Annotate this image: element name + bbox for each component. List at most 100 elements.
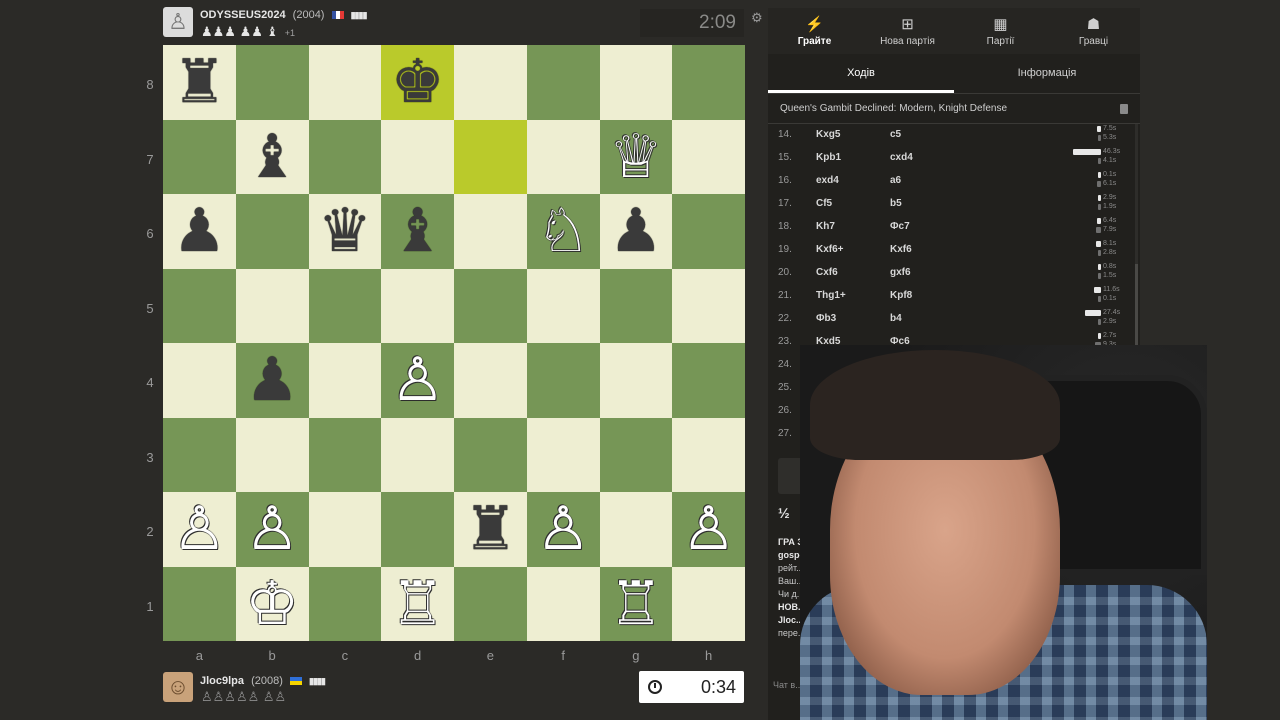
square-d4[interactable]: ♙ xyxy=(381,343,454,418)
piece-b1[interactable]: ♔ xyxy=(245,573,299,634)
piece-b4[interactable]: ♟ xyxy=(245,350,299,410)
square-b5[interactable] xyxy=(235,268,309,343)
square-d2[interactable] xyxy=(381,492,454,567)
square-f3[interactable] xyxy=(526,417,600,492)
piece-d8[interactable]: ♚ xyxy=(391,52,445,112)
black-move[interactable]: Kxf6 xyxy=(890,244,912,255)
piece-f2[interactable]: ♙ xyxy=(536,499,590,559)
piece-c6[interactable]: ♛ xyxy=(318,201,372,261)
square-c5[interactable] xyxy=(308,268,382,343)
square-g5[interactable] xyxy=(599,268,673,343)
square-b8[interactable] xyxy=(235,45,309,120)
square-g6[interactable]: ♟ xyxy=(599,194,673,269)
square-d7[interactable] xyxy=(381,119,454,194)
piece-a8[interactable]: ♜ xyxy=(172,52,226,112)
piece-e2[interactable]: ♜ xyxy=(463,499,517,559)
white-move[interactable]: Cxf6 xyxy=(816,267,838,278)
white-move[interactable]: Kpb1 xyxy=(816,152,841,163)
piece-h2[interactable]: ♙ xyxy=(682,499,736,559)
tab-info[interactable]: Інформація xyxy=(954,54,1140,93)
square-c7[interactable] xyxy=(308,119,382,194)
square-c4[interactable] xyxy=(308,343,382,418)
nav-item-2[interactable]: ▦ Партії xyxy=(954,8,1047,54)
piece-b7[interactable]: ♝ xyxy=(245,126,299,187)
piece-g1[interactable]: ♖ xyxy=(609,573,663,634)
nav-item-0[interactable]: ⚡ Грайте xyxy=(768,8,861,54)
square-a8[interactable]: ♜ xyxy=(163,45,236,120)
bottom-player-avatar[interactable]: ☺ xyxy=(163,672,193,702)
white-move[interactable]: Cf5 xyxy=(816,198,832,209)
gear-icon[interactable]: ⚙ xyxy=(751,10,763,26)
white-move[interactable]: Фb3 xyxy=(816,313,836,324)
square-h8[interactable] xyxy=(672,45,745,120)
black-move[interactable]: c5 xyxy=(890,129,901,140)
piece-g6[interactable]: ♟ xyxy=(609,201,663,261)
draw-offer-button[interactable]: ½ xyxy=(778,505,790,521)
square-e3[interactable] xyxy=(454,417,527,492)
chat-input[interactable]: Чат в... xyxy=(773,680,803,690)
square-a6[interactable]: ♟ xyxy=(163,194,236,269)
square-g7[interactable]: ♕ xyxy=(599,119,673,194)
square-e6[interactable] xyxy=(454,194,527,269)
square-h2[interactable]: ♙ xyxy=(672,492,745,567)
square-f5[interactable] xyxy=(526,268,600,343)
chess-board[interactable]: ♜ ♚ ♝ ♕ ♟ ♛ ♝ ♘ ♟ ♟ ♙ ♙ ♙ ♜ ♙ ♙ ♔ ♖ ♖ xyxy=(163,45,745,641)
square-h5[interactable] xyxy=(672,268,745,343)
top-player-name[interactable]: ODYSSEUS2024 xyxy=(200,9,286,21)
piece-b2[interactable]: ♙ xyxy=(245,499,299,559)
book-icon[interactable] xyxy=(1120,104,1128,114)
top-player-avatar[interactable]: ♙ xyxy=(163,7,193,37)
square-f6[interactable]: ♘ xyxy=(526,194,600,269)
black-move[interactable]: gxf6 xyxy=(890,267,911,278)
piece-a6[interactable]: ♟ xyxy=(172,201,226,261)
square-h7[interactable] xyxy=(672,119,745,194)
white-move[interactable]: exd4 xyxy=(816,175,839,186)
square-b2[interactable]: ♙ xyxy=(235,492,309,567)
square-g4[interactable] xyxy=(599,343,673,418)
bottom-player-name[interactable]: Jloc9lpa xyxy=(200,675,244,687)
square-c3[interactable] xyxy=(308,417,382,492)
piece-g7[interactable]: ♕ xyxy=(609,126,663,187)
black-move[interactable]: Фс7 xyxy=(890,221,910,232)
white-move[interactable]: Thg1+ xyxy=(816,290,846,301)
square-f7[interactable] xyxy=(526,119,600,194)
square-b1[interactable]: ♔ xyxy=(235,566,309,641)
black-move[interactable]: cxd4 xyxy=(890,152,913,163)
square-e8[interactable] xyxy=(454,45,527,120)
square-b6[interactable] xyxy=(235,194,309,269)
white-move[interactable]: Kxf6+ xyxy=(816,244,844,255)
square-a7[interactable] xyxy=(163,119,236,194)
square-d5[interactable] xyxy=(381,268,454,343)
square-h1[interactable] xyxy=(672,566,745,641)
square-f8[interactable] xyxy=(526,45,600,120)
square-c8[interactable] xyxy=(308,45,382,120)
square-e5[interactable] xyxy=(454,268,527,343)
square-f1[interactable] xyxy=(526,566,600,641)
square-c6[interactable]: ♛ xyxy=(308,194,382,269)
black-move[interactable]: b5 xyxy=(890,198,902,209)
piece-a2[interactable]: ♙ xyxy=(172,499,226,559)
square-e1[interactable] xyxy=(454,566,527,641)
black-move[interactable]: Kpf8 xyxy=(890,290,912,301)
square-e2[interactable]: ♜ xyxy=(454,492,527,567)
square-e7[interactable] xyxy=(454,119,527,194)
square-g1[interactable]: ♖ xyxy=(599,566,673,641)
square-d6[interactable]: ♝ xyxy=(381,194,454,269)
piece-d1[interactable]: ♖ xyxy=(391,573,445,634)
square-a4[interactable] xyxy=(163,343,236,418)
square-d3[interactable] xyxy=(381,417,454,492)
square-a5[interactable] xyxy=(163,268,236,343)
square-g3[interactable] xyxy=(599,417,673,492)
white-move[interactable]: Kh7 xyxy=(816,221,835,232)
black-move[interactable]: b4 xyxy=(890,313,902,324)
square-b4[interactable]: ♟ xyxy=(235,343,309,418)
nav-item-3[interactable]: ☗ Гравці xyxy=(1047,8,1140,54)
square-a3[interactable] xyxy=(163,417,236,492)
square-a1[interactable] xyxy=(163,566,236,641)
square-h6[interactable] xyxy=(672,194,745,269)
square-c1[interactable] xyxy=(308,566,382,641)
square-g8[interactable] xyxy=(599,45,673,120)
square-e4[interactable] xyxy=(454,343,527,418)
square-b3[interactable] xyxy=(235,417,309,492)
piece-f6[interactable]: ♘ xyxy=(536,201,590,261)
